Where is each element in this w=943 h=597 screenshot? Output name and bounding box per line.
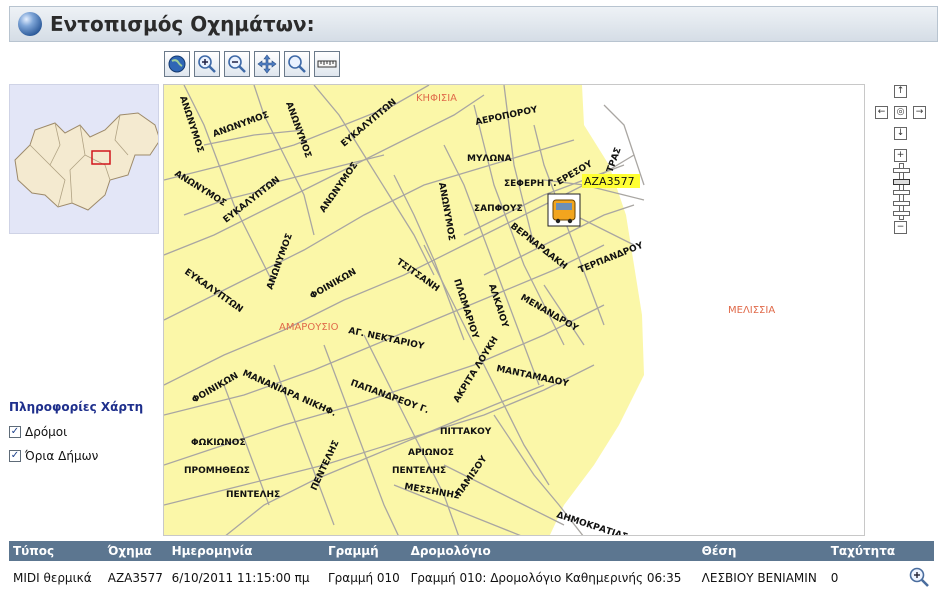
pan-down-button[interactable]: ↓ — [894, 127, 907, 140]
street-label: ΑΝΩΝΥΜΟΣ — [212, 110, 271, 140]
street-label: ΜΕΝΑΝΔΡΟΥ — [519, 293, 581, 334]
street-label: ΠΙΤΤΑΚΟΥ — [440, 427, 492, 437]
table-header-row: Τύπος Όχημα Ημερομηνία Γραμμή Δρομολόγιο… — [9, 541, 934, 561]
overview-map[interactable] — [9, 84, 159, 234]
ruler-icon — [317, 60, 337, 68]
pan-left-button[interactable]: ← — [875, 106, 888, 119]
center-button[interactable]: ◎ — [894, 106, 907, 119]
zoom-out-step-button[interactable]: − — [894, 221, 907, 234]
map-toolbar — [164, 51, 340, 77]
street-label: ΜΕΣΣΗΝΗΣ — [403, 482, 460, 502]
table-row[interactable]: MIDI θερμικά ΑΖΑ3577 6/10/2011 11:15:00 … — [9, 561, 934, 595]
street-label: ΠΡΟΜΗΘΕΩΣ — [184, 466, 250, 476]
street-label: ΣΕΦΕΡΗ Γ. — [504, 179, 557, 189]
zoom-out-button[interactable] — [224, 51, 250, 77]
zoom-out-icon — [228, 55, 246, 73]
layer-municipal-borders[interactable]: ✓ Όρια Δήμων — [9, 444, 143, 468]
measure-button[interactable] — [314, 51, 340, 77]
col-position[interactable]: Θέση — [697, 541, 827, 561]
street-label: ΣΑΠΦΟΥΣ — [474, 204, 523, 214]
street-label: ΑΝΩΝΥΜΟΣ — [283, 101, 313, 160]
col-date[interactable]: Ημερομηνία — [167, 541, 324, 561]
full-extent-button[interactable] — [164, 51, 190, 77]
street-label: ΜΥΛΩΝΑ — [467, 154, 512, 164]
zoom-in-icon — [198, 55, 216, 73]
street-label: ΑΡΙΩΝΟΣ — [408, 448, 454, 458]
area-label-marousi: ΑΜΑΡΟΥΣΙΟ — [279, 322, 339, 333]
cell-date: 6/10/2011 11:15:00 πμ — [171, 571, 310, 585]
area-label-kifisia: ΚΗΦΙΣΙΑ — [416, 93, 457, 104]
map-canvas[interactable]: ΚΗΦΙΣΙΑ ΑΜΑΡΟΥΣΙΟ ΜΕΛΙΣΣΙΑ ΑΝΩΝΥΜΟΣ ΑΝΩΝ… — [163, 84, 865, 536]
col-action — [904, 541, 934, 561]
zoom-in-button[interactable] — [194, 51, 220, 77]
street-label: ΑΝΩΝΥΜΟΣ — [265, 232, 295, 291]
page-header: Εντοπισμός Οχημάτων: — [9, 6, 938, 42]
area-label-melissia: ΜΕΛΙΣΣΙΑ — [728, 305, 775, 316]
map-outside-area — [549, 85, 864, 535]
street-label: ΠΕΝΤΕΛΗΣ — [226, 490, 280, 500]
layer-roads[interactable]: ✓ Δρόμοι — [9, 420, 143, 444]
col-vehicle[interactable]: Όχημα — [103, 541, 168, 561]
roads-label: Δρόμοι — [25, 425, 68, 439]
col-route[interactable]: Δρομολόγιο — [406, 541, 698, 561]
cell-route: Γραμμή 010: Δρομολόγιο Καθημερινής 06:35 — [410, 571, 682, 585]
street-label: ΦΟΙΝΙΚΩΝ — [191, 371, 241, 406]
col-speed[interactable]: Ταχύτητα — [826, 541, 904, 561]
cell-position: ΛΕΣΒΙΟΥ ΒΕΝΙΑΜΙΝ — [701, 571, 817, 585]
street-label: ΦΟΙΝΙΚΩΝ — [309, 267, 359, 302]
street-label: ΕΥΚΑΛΥΠΤΩΝ — [182, 267, 244, 315]
globe-icon — [168, 55, 186, 73]
cell-vehicle: ΑΖΑ3577 — [107, 571, 163, 585]
cell-line: Γραμμή 010 — [328, 571, 400, 585]
cell-speed: 0 — [830, 571, 839, 585]
page-title: Εντοπισμός Οχημάτων: — [50, 12, 315, 36]
zoom-in-step-button[interactable]: + — [894, 149, 907, 162]
street-label: ΑΝΩΝΥΜΟΣ — [318, 161, 360, 215]
zoom-to-vehicle-icon[interactable] — [908, 566, 930, 588]
col-type[interactable]: Τύπος — [9, 541, 104, 561]
vehicle-table: Τύπος Όχημα Ημερομηνία Γραμμή Δρομολόγιο… — [9, 541, 934, 595]
vehicle-marker[interactable] — [547, 193, 581, 227]
map-navigation-control: ↑ ← ◎ → ↓ + − — [872, 84, 928, 244]
street-label: ΑΝΩΝΥΜΟΣ — [177, 95, 205, 154]
street-label: ΑΓ. ΝΕΚΤΑΡΙΟΥ — [347, 326, 425, 352]
zoom-level-tick[interactable] — [893, 201, 910, 206]
zoom-level-tick[interactable] — [893, 168, 910, 173]
zoom-icon — [288, 55, 306, 73]
map-info-heading: Πληροφορίες Χάρτη — [9, 400, 144, 414]
street-label: ΑΝΩΝΥΜΟΣ — [172, 169, 227, 209]
globe-icon — [18, 12, 42, 36]
cell-type: MIDI θερμικά — [13, 571, 92, 585]
col-line[interactable]: Γραμμή — [324, 541, 407, 561]
zoom-tool-button[interactable] — [284, 51, 310, 77]
street-label: ΦΩΚΙΩΝΟΣ — [191, 438, 246, 448]
street-label: ΑΝΩΝΥΜΟΣ — [436, 182, 456, 242]
pan-icon — [257, 54, 277, 74]
street-label: ΕΥΚΑΛΥΠΤΩΝ — [222, 175, 282, 225]
roads-checkbox[interactable]: ✓ — [9, 426, 21, 438]
street-label: ΠΕΝΤΕΛΗΣ — [310, 439, 342, 492]
pan-right-button[interactable]: → — [913, 106, 926, 119]
vehicle-label: ΑΖΑ3577 — [584, 175, 635, 188]
pan-button[interactable] — [254, 51, 280, 77]
municipal-borders-checkbox[interactable]: ✓ — [9, 450, 21, 462]
street-label: ΠΑΜΙΣΟΥ — [454, 454, 489, 499]
street-label: ΜΑΝΑΝΙΑΡΑ ΝΙΚΗΦ. — [241, 369, 338, 419]
street-label: ΠΕΝΤΕΛΗΣ — [392, 466, 446, 476]
zoom-level-tick[interactable] — [893, 190, 910, 195]
pan-up-button[interactable]: ↑ — [894, 85, 907, 98]
municipal-borders-label: Όρια Δήμων — [25, 449, 99, 463]
map-info-panel: Πληροφορίες Χάρτη ✓ Δρόμοι ✓ Όρια Δήμων — [9, 400, 143, 468]
zoom-level-tick[interactable] — [893, 211, 910, 216]
zoom-slider-handle[interactable] — [893, 179, 910, 185]
